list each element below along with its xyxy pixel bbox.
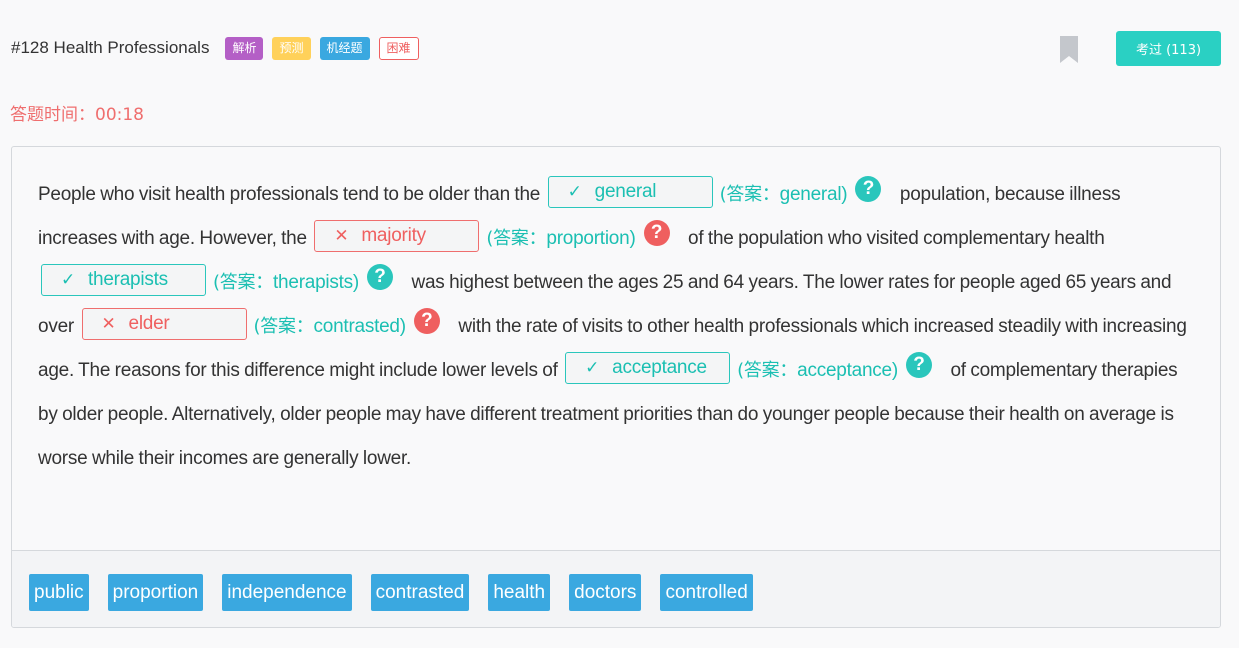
blank-3[interactable]: ✓ therapists: [41, 263, 206, 296]
page-title: #128 Health Professionals: [11, 38, 210, 57]
option-chip[interactable]: proportion: [107, 573, 204, 611]
passage: People who visit health professionals te…: [12, 147, 1220, 481]
answer-key: (答案：therapists): [213, 272, 359, 293]
option-chip[interactable]: independence: [222, 573, 352, 611]
answer-key: (答案：contrasted): [253, 316, 407, 337]
blank-value: general: [594, 180, 657, 202]
answer-timer: 答题时间：00:18: [10, 105, 144, 125]
question-panel: People who visit health professionals te…: [11, 146, 1221, 628]
passed-count-button[interactable]: 考过 (113): [1116, 30, 1221, 66]
help-icon[interactable]: ?: [413, 307, 440, 334]
option-chip[interactable]: controlled: [660, 573, 753, 611]
blank-value: majority: [361, 224, 426, 246]
bookmark-icon[interactable]: [1060, 35, 1078, 63]
blank-5[interactable]: ✓ acceptance: [565, 351, 731, 384]
answer-key: (答案：proportion): [486, 228, 636, 249]
blank-2[interactable]: ✕ majority: [314, 219, 480, 252]
help-icon[interactable]: ?: [643, 219, 670, 246]
cross-icon: ✕: [334, 225, 349, 245]
check-icon: ✓: [585, 357, 600, 377]
check-icon: ✓: [567, 181, 582, 201]
header: #128 Health Professionals 解析 预测 机经题 困难 考…: [11, 30, 1221, 66]
tag-analysis[interactable]: 解析: [225, 36, 264, 60]
help-icon[interactable]: ?: [855, 175, 882, 202]
answer-key: (答案：general): [719, 184, 848, 205]
help-icon[interactable]: ?: [366, 263, 393, 290]
blank-1[interactable]: ✓ general: [547, 175, 713, 208]
check-icon: ✓: [61, 269, 75, 289]
cross-icon: ✕: [101, 313, 116, 333]
passage-text: People who visit health professionals te…: [38, 184, 541, 205]
word-options: public proportion independence contraste…: [12, 550, 1220, 627]
tag-exam-question[interactable]: 机经题: [319, 36, 370, 60]
blank-value: acceptance: [612, 356, 707, 378]
blank-value: elder: [128, 312, 170, 334]
option-chip[interactable]: public: [29, 573, 89, 611]
answer-key: (答案：acceptance): [737, 360, 898, 381]
tag-difficulty: 困难: [378, 36, 419, 60]
help-icon[interactable]: ?: [905, 351, 932, 378]
option-chip[interactable]: contrasted: [370, 573, 470, 611]
blank-value: therapists: [88, 268, 168, 290]
blank-4[interactable]: ✕ elder: [81, 307, 247, 340]
tag-prediction[interactable]: 预测: [272, 36, 311, 60]
option-chip[interactable]: doctors: [569, 573, 642, 611]
passage-text: of the population who visited complement…: [688, 228, 1105, 249]
option-chip[interactable]: health: [488, 573, 551, 611]
